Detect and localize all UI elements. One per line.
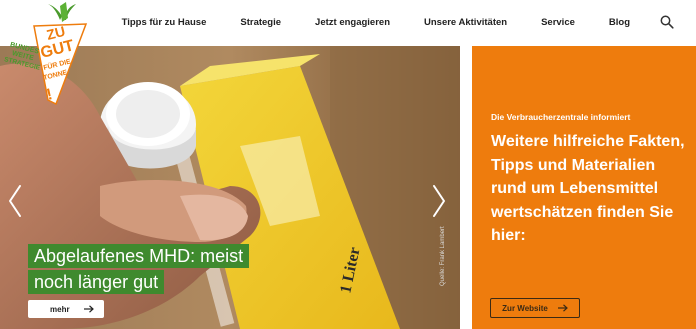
arrow-right-icon [557,304,568,312]
photo-credit: Quelle: Frank Lambert [440,226,446,286]
hero-caption: Abgelaufenes MHD: meist noch länger gut [28,244,250,296]
more-button[interactable]: mehr [28,300,104,318]
arrow-right-icon [84,305,94,313]
main-nav: Tipps für zu Hause Strategie Jetzt engag… [122,15,674,29]
website-button[interactable]: Zur Website [490,298,580,318]
slider-prev-arrow[interactable] [6,184,24,218]
site-header: BUNDES WEITE STRATEGIE ZU GUT FÜR DIE TO… [0,0,696,106]
nav-item-aktivitaeten[interactable]: Unsere Aktivitäten [424,17,507,28]
slider-next-arrow[interactable] [430,184,448,218]
website-button-label: Zur Website [502,303,548,313]
nav-item-engagieren[interactable]: Jetzt engagieren [315,17,390,28]
panel-headline: Weitere hilfreiche Fakten, Tipps und Mat… [491,133,685,244]
caption-line1: Abgelaufenes MHD: meist [28,244,250,268]
info-panel: Die Verbraucherzentrale informiert Weite… [472,46,696,329]
nav-item-blog[interactable]: Blog [609,17,630,28]
nav-item-strategie[interactable]: Strategie [240,17,281,28]
caption-line2: noch länger gut [28,270,165,294]
nav-item-tipps[interactable]: Tipps für zu Hause [122,17,207,28]
more-button-label: mehr [50,304,70,314]
panel-kicker: Die Verbraucherzentrale informiert [491,112,631,122]
nav-item-service[interactable]: Service [541,17,575,28]
search-icon[interactable] [660,15,674,29]
zu-gut-fuer-die-tonne-logo[interactable]: BUNDES WEITE STRATEGIE ZU GUT FÜR DIE TO… [0,0,92,110]
